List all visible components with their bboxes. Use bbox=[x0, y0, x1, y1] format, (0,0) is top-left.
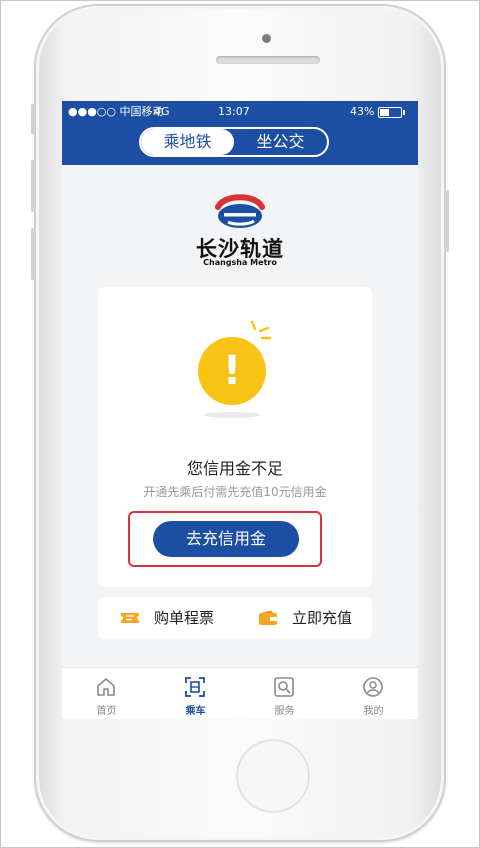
front-camera bbox=[262, 34, 271, 43]
buy-single-ticket-button[interactable]: 购单程票 bbox=[154, 597, 214, 639]
warning-icon: ! bbox=[198, 337, 266, 405]
wallet-icon bbox=[259, 610, 277, 625]
notice-description: 开通先乘后付需先充值10元信用金 bbox=[143, 485, 327, 499]
brand-name-english: Changsha Metro bbox=[203, 258, 277, 267]
notice-title: 您信用金不足 bbox=[186, 459, 283, 478]
volume-down-button bbox=[31, 228, 34, 280]
home-button[interactable] bbox=[236, 739, 310, 813]
clock: 13:07 bbox=[218, 105, 250, 118]
phone-screen: ●●●○○ 中国移动 4G 13:07 43% 乘地铁 坐公交 长沙轨道 Cha… bbox=[62, 101, 418, 719]
metro-logo-icon bbox=[215, 194, 265, 228]
tab-home[interactable]: 首页 bbox=[62, 668, 151, 719]
user-icon bbox=[363, 677, 383, 697]
ticket-icon bbox=[121, 613, 139, 623]
instant-recharge-button[interactable]: 立即充值 bbox=[292, 597, 352, 639]
tab-mine-label: 我的 bbox=[363, 706, 384, 717]
status-bar: ●●●○○ 中国移动 4G 13:07 43% bbox=[62, 101, 418, 123]
volume-up-button bbox=[31, 160, 34, 212]
credit-notice-card: ! 您信用金不足 开通先乘后付需先充值10元信用金 去充信用金 bbox=[98, 287, 372, 587]
battery-percent: 43% bbox=[350, 105, 375, 118]
header-bar: ●●●○○ 中国移动 4G 13:07 43% 乘地铁 坐公交 bbox=[62, 101, 418, 165]
tab-ride[interactable]: 乘车 bbox=[151, 668, 240, 719]
quick-actions-bar: 购单程票 立即充值 bbox=[98, 597, 372, 639]
qr-scan-icon bbox=[185, 677, 205, 697]
tab-mine[interactable]: 我的 bbox=[329, 668, 418, 719]
tab-home-label: 首页 bbox=[96, 706, 117, 717]
mute-switch bbox=[31, 104, 34, 134]
home-icon bbox=[97, 678, 115, 696]
tab-bus[interactable]: 坐公交 bbox=[234, 129, 327, 155]
recharge-credit-button[interactable]: 去充信用金 bbox=[153, 521, 299, 557]
tab-service[interactable]: 服务 bbox=[240, 668, 329, 719]
earpiece-speaker bbox=[216, 56, 320, 64]
transport-mode-switch: 乘地铁 坐公交 bbox=[139, 127, 329, 157]
carrier-label: ●●●○○ 中国移动 bbox=[68, 105, 164, 118]
network-label: 4G bbox=[154, 105, 170, 118]
tab-metro[interactable]: 乘地铁 bbox=[141, 129, 234, 155]
warning-icon-shadow bbox=[204, 412, 260, 418]
service-search-icon bbox=[274, 677, 294, 697]
tab-service-label: 服务 bbox=[274, 706, 295, 717]
bottom-tab-bar: 首页 乘车 服务 我的 bbox=[62, 667, 418, 719]
tab-ride-label: 乘车 bbox=[185, 706, 206, 717]
battery-icon bbox=[378, 107, 405, 118]
changsha-metro-logo: 长沙轨道 Changsha Metro bbox=[180, 189, 300, 269]
power-button bbox=[446, 190, 449, 252]
